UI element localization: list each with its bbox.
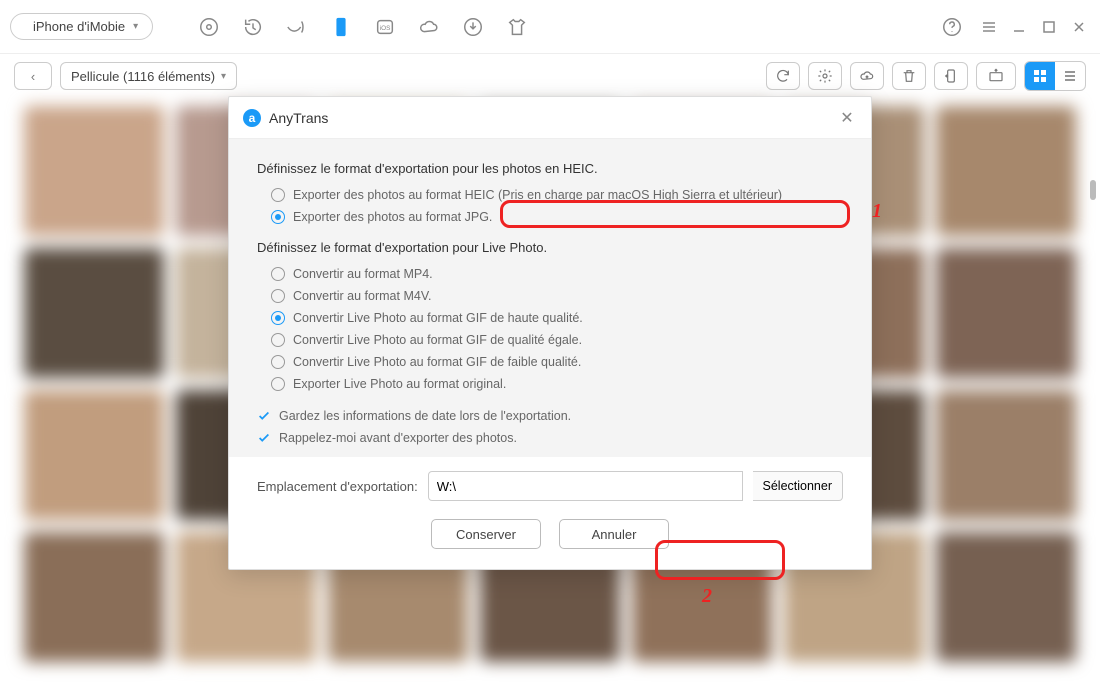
photo-thumbnail[interactable] — [936, 390, 1076, 520]
radio-icon — [271, 355, 285, 369]
menu-icon[interactable] — [978, 16, 1000, 38]
svg-text:iOS: iOS — [380, 24, 391, 31]
dialog-body: Définissez le format d'exportation pour … — [229, 139, 871, 457]
app-logo-icon: a — [243, 109, 261, 127]
annotation-number-2: 2 — [702, 585, 712, 608]
photo-thumbnail[interactable] — [24, 390, 164, 520]
radio-icon — [271, 377, 285, 391]
livephoto-option-label: Convertir au format M4V. — [293, 289, 431, 303]
remind-label: Rappelez-moi avant d'exporter des photos… — [279, 431, 517, 445]
livephoto-option-label: Exporter Live Photo au format original. — [293, 377, 506, 391]
export-location-label: Emplacement d'exportation: — [257, 479, 418, 494]
save-button[interactable]: Conserver — [431, 519, 541, 549]
radio-icon — [271, 333, 285, 347]
ios-transfer-icon[interactable]: iOS — [367, 9, 403, 45]
settings-button[interactable] — [808, 62, 842, 90]
cloud-upload-button[interactable] — [850, 62, 884, 90]
album-dropdown[interactable]: Pellicule (1116 éléments) ▾ — [60, 62, 237, 90]
livephoto-option-label: Convertir Live Photo au format GIF de fa… — [293, 355, 581, 369]
radio-icon — [271, 188, 285, 202]
list-view-button[interactable] — [1055, 62, 1085, 90]
livephoto-option[interactable]: Convertir au format M4V. — [257, 285, 843, 307]
help-icon[interactable] — [934, 9, 970, 45]
keep-date-checkbox[interactable]: Gardez les informations de date lors de … — [257, 405, 843, 427]
check-icon — [257, 431, 271, 445]
cancel-button[interactable]: Annuler — [559, 519, 669, 549]
sub-toolbar: ‹ Pellicule (1116 éléments) ▾ — [0, 54, 1100, 98]
tshirt-icon[interactable] — [499, 9, 535, 45]
grid-view-button[interactable] — [1025, 62, 1055, 90]
dialog-header: a AnyTrans ✕ — [229, 97, 871, 139]
livephoto-option[interactable]: Convertir Live Photo au format GIF de qu… — [257, 329, 843, 351]
delete-button[interactable] — [892, 62, 926, 90]
livephoto-option[interactable]: Convertir Live Photo au format GIF de ha… — [257, 307, 843, 329]
refresh-button[interactable] — [766, 62, 800, 90]
radio-icon — [271, 289, 285, 303]
export-settings-dialog: a AnyTrans ✕ Définissez le format d'expo… — [228, 96, 872, 570]
photo-thumbnail[interactable] — [24, 106, 164, 236]
music-icon[interactable] — [191, 9, 227, 45]
close-button[interactable] — [1068, 16, 1090, 38]
photo-thumbnail[interactable] — [24, 248, 164, 378]
export-path-input[interactable] — [428, 471, 743, 501]
dialog-buttons: Conserver Annuler — [229, 515, 871, 569]
top-toolbar: iPhone d'iMobie ▾ iOS — [0, 0, 1100, 54]
photo-thumbnail[interactable] — [936, 532, 1076, 662]
livephoto-option-label: Convertir Live Photo au format GIF de qu… — [293, 333, 582, 347]
photo-thumbnail[interactable] — [936, 248, 1076, 378]
cloud-icon[interactable] — [411, 9, 447, 45]
download-icon[interactable] — [455, 9, 491, 45]
maximize-button[interactable] — [1038, 16, 1060, 38]
device-selector[interactable]: iPhone d'iMobie ▾ — [10, 13, 153, 40]
keep-date-label: Gardez les informations de date lors de … — [279, 409, 571, 423]
livephoto-option[interactable]: Convertir Live Photo au format GIF de fa… — [257, 351, 843, 373]
dialog-title: AnyTrans — [269, 110, 328, 126]
export-path-row: Emplacement d'exportation: Sélectionner — [229, 457, 871, 515]
back-button[interactable]: ‹ — [14, 62, 52, 90]
import-button[interactable] — [976, 62, 1016, 90]
heic-option-label: Exporter des photos au format HEIC (Pris… — [293, 188, 782, 202]
heic-option-label: Exporter des photos au format JPG. — [293, 210, 492, 224]
chevron-down-icon: ▾ — [221, 71, 226, 82]
scrollbar-thumb[interactable] — [1090, 180, 1096, 200]
annotation-number-1: 1 — [872, 200, 882, 223]
heic-option[interactable]: Exporter des photos au format JPG. — [257, 206, 843, 228]
livephoto-option-label: Convertir au format MP4. — [293, 267, 433, 281]
select-folder-button[interactable]: Sélectionner — [753, 471, 844, 501]
album-label: Pellicule (1116 éléments) — [71, 69, 215, 84]
livephoto-option[interactable]: Convertir au format MP4. — [257, 263, 843, 285]
radio-icon — [271, 210, 285, 224]
radio-icon — [271, 311, 285, 325]
view-toggle — [1024, 61, 1086, 91]
dialog-close-button[interactable]: ✕ — [837, 108, 857, 128]
chevron-down-icon: ▾ — [133, 21, 138, 32]
heic-option[interactable]: Exporter des photos au format HEIC (Pris… — [257, 184, 843, 206]
radio-icon — [271, 267, 285, 281]
livephoto-option[interactable]: Exporter Live Photo au format original. — [257, 373, 843, 395]
heic-section-title: Définissez le format d'exportation pour … — [257, 161, 843, 176]
livephoto-section-title: Définissez le format d'exportation pour … — [257, 240, 843, 255]
check-icon — [257, 409, 271, 423]
ringtone-icon[interactable] — [279, 9, 315, 45]
livephoto-option-label: Convertir Live Photo au format GIF de ha… — [293, 311, 583, 325]
photo-thumbnail[interactable] — [24, 532, 164, 662]
device-label: iPhone d'iMobie — [33, 19, 125, 34]
to-device-button[interactable] — [934, 62, 968, 90]
photo-thumbnail[interactable] — [936, 106, 1076, 236]
phone-icon[interactable] — [323, 9, 359, 45]
remind-before-export-checkbox[interactable]: Rappelez-moi avant d'exporter des photos… — [257, 427, 843, 449]
minimize-button[interactable] — [1008, 16, 1030, 38]
history-icon[interactable] — [235, 9, 271, 45]
